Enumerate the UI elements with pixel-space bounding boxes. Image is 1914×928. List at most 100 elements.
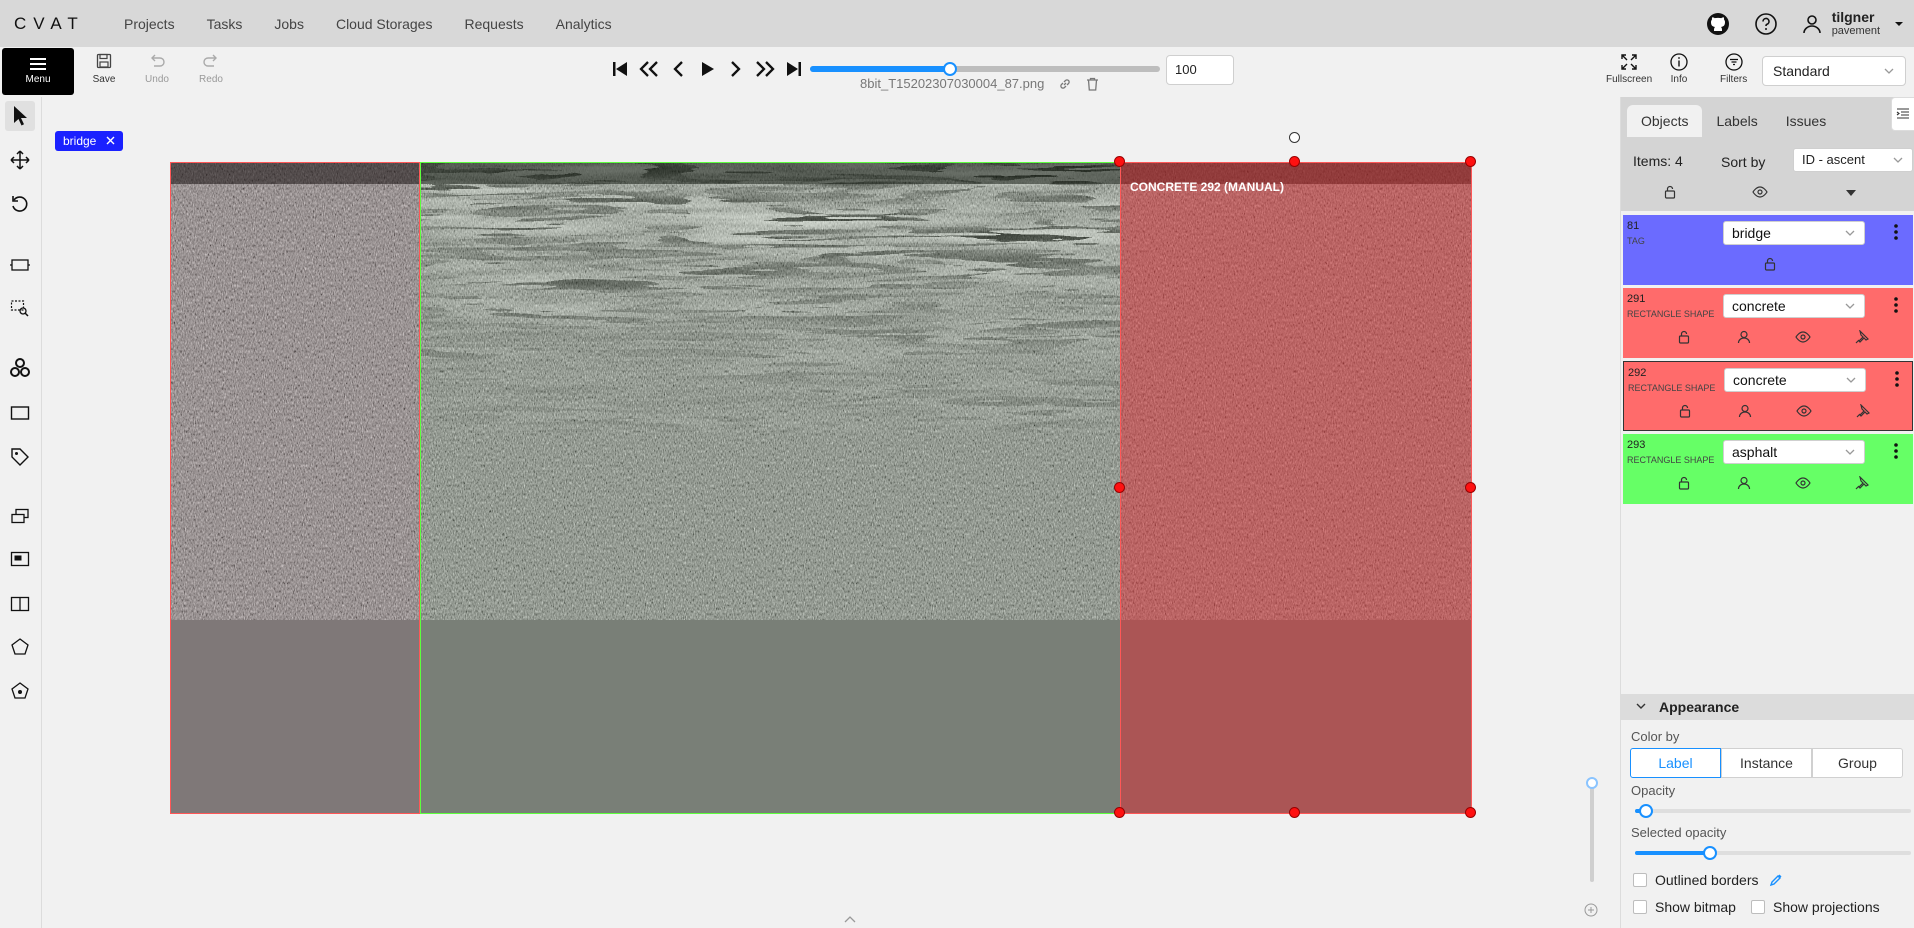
object-label-select[interactable]: bridge xyxy=(1723,221,1865,245)
resize-handle-top[interactable] xyxy=(1289,156,1300,167)
tab-objects[interactable]: Objects xyxy=(1627,105,1703,137)
resize-handle-top-right[interactable] xyxy=(1465,156,1476,167)
rotate-tool[interactable] xyxy=(5,189,35,219)
play-button[interactable] xyxy=(694,56,720,82)
resize-handle-left[interactable] xyxy=(1114,482,1125,493)
save-button[interactable]: Save xyxy=(84,53,124,85)
more-vertical-icon[interactable] xyxy=(1894,370,1900,391)
nav-link-jobs[interactable]: Jobs xyxy=(274,16,304,32)
forward-step-button[interactable] xyxy=(752,56,778,82)
color-by-label-option[interactable]: Label xyxy=(1630,748,1721,778)
canvas-zoom-slider[interactable] xyxy=(1590,785,1594,882)
annotation-canvas[interactable]: bridge CONCRETE 292 (MANUAL) xyxy=(43,97,1618,928)
close-icon[interactable] xyxy=(106,134,115,148)
user-menu[interactable]: tilgner pavement xyxy=(1802,10,1904,38)
pin-icon[interactable] xyxy=(1855,475,1870,493)
frame-number-input[interactable]: 100 xyxy=(1166,55,1234,85)
more-vertical-icon[interactable] xyxy=(1893,442,1899,463)
eye-icon[interactable] xyxy=(1795,330,1811,347)
group-shapes-tool[interactable] xyxy=(5,544,35,574)
setup-tag-tool[interactable] xyxy=(5,442,35,472)
eye-icon[interactable] xyxy=(1795,476,1811,493)
info-button[interactable]: Info xyxy=(1670,53,1688,85)
split-track-tool[interactable] xyxy=(5,589,35,619)
redo-button[interactable]: Redo xyxy=(191,53,231,85)
first-frame-button[interactable] xyxy=(607,56,633,82)
rotation-handle[interactable] xyxy=(1289,132,1300,143)
zoom-in-icon[interactable] xyxy=(1584,903,1598,920)
checkbox-box[interactable] xyxy=(1633,873,1647,887)
selected-opacity-slider[interactable] xyxy=(1635,846,1911,860)
lock-icon[interactable] xyxy=(1677,476,1691,493)
frame-tag-chip[interactable]: bridge xyxy=(55,131,124,151)
previous-frame-button[interactable] xyxy=(665,56,691,82)
undo-button[interactable]: Undo xyxy=(137,53,177,85)
selected-opacity-slider-handle[interactable] xyxy=(1702,846,1717,860)
help-icon[interactable] xyxy=(1754,12,1778,36)
last-frame-button[interactable] xyxy=(781,56,807,82)
more-vertical-icon[interactable] xyxy=(1893,223,1899,244)
color-by-instance-option[interactable]: Instance xyxy=(1721,748,1812,778)
link-icon[interactable] xyxy=(1058,77,1072,91)
object-card-292[interactable]: 292 RECTANGLE SHAPE concrete xyxy=(1623,361,1913,431)
merge-shapes-tool[interactable] xyxy=(5,501,35,531)
occluded-user-icon[interactable] xyxy=(1737,330,1751,347)
opacity-slider[interactable] xyxy=(1635,804,1911,818)
object-card-291[interactable]: 291 RECTANGLE SHAPE concrete xyxy=(1623,288,1913,358)
fit-image-tool[interactable] xyxy=(5,250,35,280)
pin-icon[interactable] xyxy=(1856,403,1871,421)
concrete-292-rectangle[interactable] xyxy=(1120,162,1472,814)
color-by-group-option[interactable]: Group xyxy=(1812,748,1903,778)
appearance-header[interactable]: Appearance xyxy=(1621,694,1914,720)
nav-link-tasks[interactable]: Tasks xyxy=(207,16,243,32)
nav-link-analytics[interactable]: Analytics xyxy=(556,16,612,32)
outlined-borders-checkbox[interactable]: Outlined borders xyxy=(1633,872,1783,888)
backward-step-button[interactable] xyxy=(636,56,662,82)
nav-link-projects[interactable]: Projects xyxy=(124,16,175,32)
github-icon[interactable] xyxy=(1706,12,1730,36)
move-tool[interactable] xyxy=(5,145,35,175)
frame-slider[interactable] xyxy=(810,62,1160,76)
fullscreen-button[interactable]: Fullscreen xyxy=(1606,53,1652,85)
chevron-up-icon[interactable] xyxy=(843,912,857,927)
lock-icon[interactable] xyxy=(1678,404,1692,421)
nav-link-requests[interactable]: Requests xyxy=(464,16,523,32)
resize-handle-bottom-right[interactable] xyxy=(1465,807,1476,818)
object-card-81[interactable]: 81 TAG bridge xyxy=(1623,215,1913,285)
cursor-tool[interactable] xyxy=(5,101,35,131)
draw-mask-tool[interactable] xyxy=(5,676,35,706)
caret-down-icon[interactable] xyxy=(1845,186,1857,201)
concrete-291-rectangle[interactable] xyxy=(170,162,420,814)
opacity-slider-handle[interactable] xyxy=(1639,804,1654,818)
asphalt-293-rectangle[interactable] xyxy=(420,162,1121,814)
show-projections-checkbox[interactable]: Show projections xyxy=(1751,899,1880,915)
tab-issues[interactable]: Issues xyxy=(1772,105,1840,137)
canvas-zoom-handle[interactable] xyxy=(1586,777,1598,789)
resize-handle-right[interactable] xyxy=(1465,482,1476,493)
ai-tools[interactable] xyxy=(5,353,35,383)
show-bitmap-checkbox[interactable]: Show bitmap xyxy=(1633,899,1736,915)
menu-button[interactable]: Menu xyxy=(2,48,74,95)
lock-all-icon[interactable] xyxy=(1663,185,1677,202)
workspace-select[interactable]: Standard xyxy=(1762,56,1906,86)
frame-slider-handle[interactable] xyxy=(943,62,957,76)
sort-select[interactable]: ID - ascent xyxy=(1793,148,1913,172)
pin-icon[interactable] xyxy=(1855,329,1870,347)
tab-labels[interactable]: Labels xyxy=(1702,105,1771,137)
nav-link-cloud-storages[interactable]: Cloud Storages xyxy=(336,16,433,32)
occluded-user-icon[interactable] xyxy=(1737,476,1751,493)
resize-handle-bottom-left[interactable] xyxy=(1114,807,1125,818)
more-vertical-icon[interactable] xyxy=(1893,296,1899,317)
lock-icon[interactable] xyxy=(1677,330,1691,347)
object-label-select[interactable]: concrete xyxy=(1723,294,1865,318)
object-card-293[interactable]: 293 RECTANGLE SHAPE asphalt xyxy=(1623,434,1913,504)
occluded-user-icon[interactable] xyxy=(1738,404,1752,421)
draw-polygon-tool[interactable] xyxy=(5,632,35,662)
resize-handle-bottom[interactable] xyxy=(1289,807,1300,818)
filters-button[interactable]: Filters xyxy=(1720,53,1747,85)
draw-rectangle-tool[interactable] xyxy=(5,398,35,428)
eye-all-icon[interactable] xyxy=(1752,185,1768,202)
lock-icon[interactable] xyxy=(1763,257,1777,274)
resize-handle-top-left[interactable] xyxy=(1114,156,1125,167)
checkbox-box[interactable] xyxy=(1751,900,1765,914)
